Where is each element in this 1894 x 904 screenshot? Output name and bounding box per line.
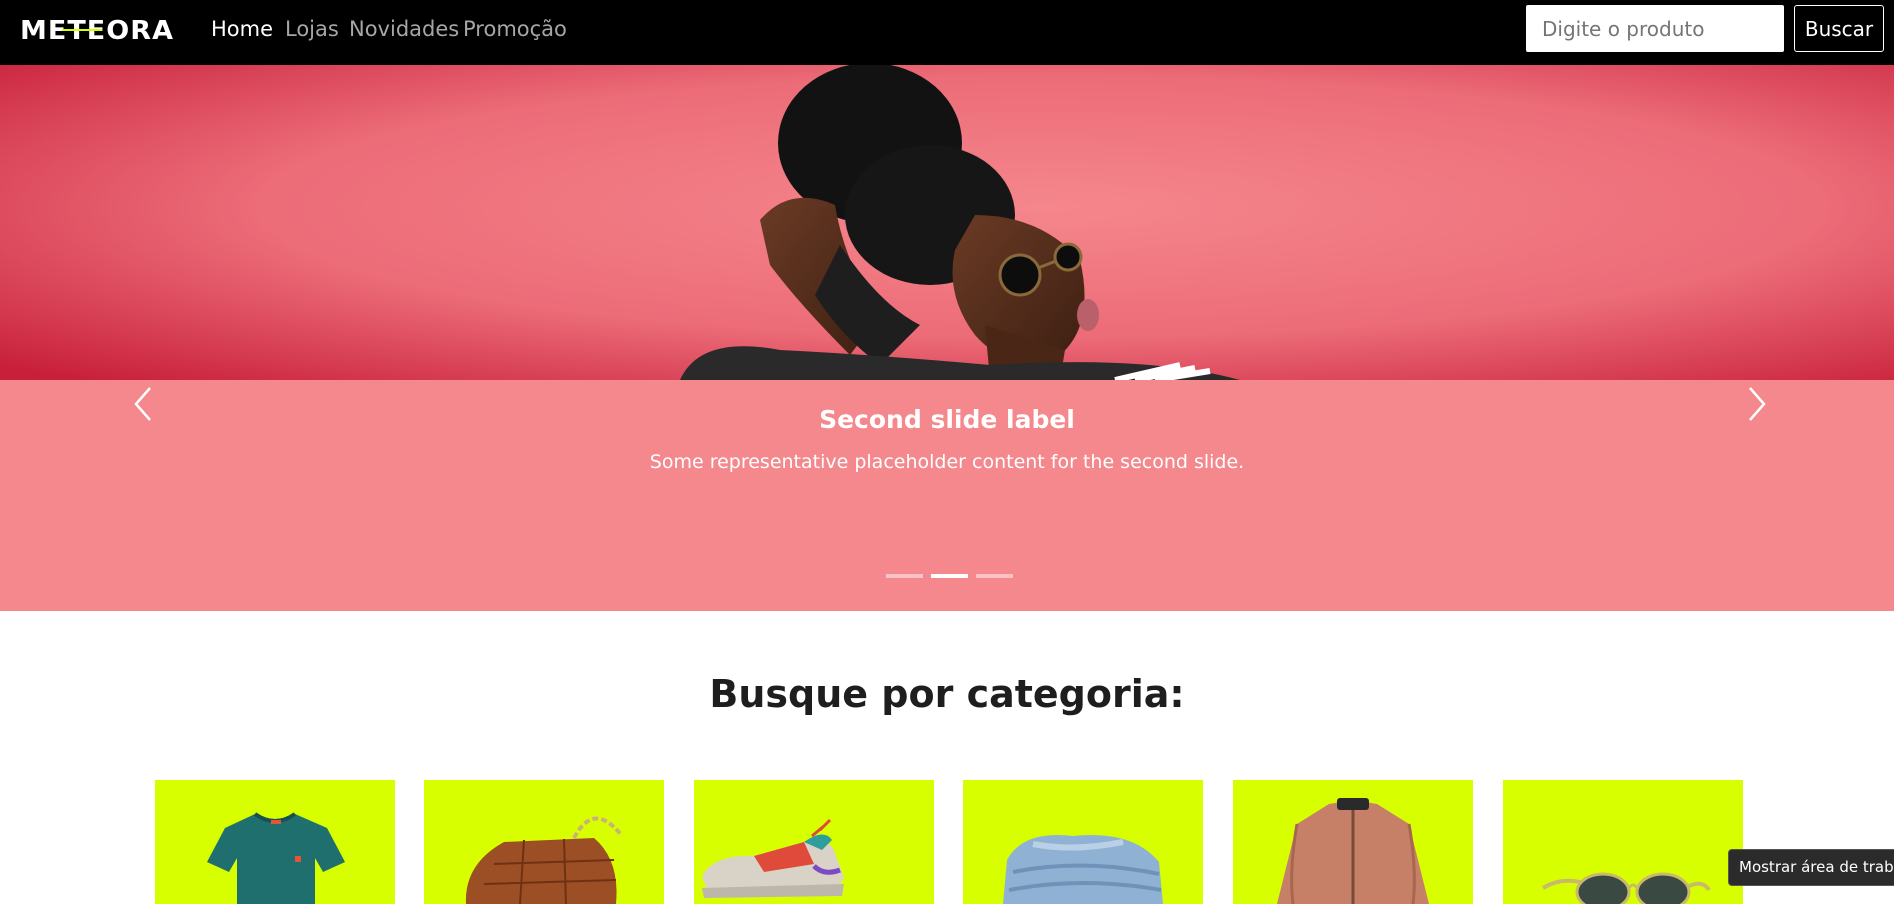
nav-link-promocao[interactable]: Promoção xyxy=(463,16,567,42)
carousel-indicator-2[interactable] xyxy=(931,574,968,578)
nav-link-novidades[interactable]: Novidades xyxy=(349,16,459,42)
show-desktop-tooltip: Mostrar área de trabalho xyxy=(1728,849,1894,886)
category-card-camisetas[interactable] xyxy=(155,780,395,904)
sunglasses-icon xyxy=(1541,872,1711,904)
nav-link-home[interactable]: Home xyxy=(211,16,273,42)
sneaker-icon xyxy=(702,818,844,898)
jacket-icon xyxy=(1277,798,1429,904)
slide-caption-title: Second slide label xyxy=(819,405,1075,434)
category-card-bolsas[interactable] xyxy=(424,780,664,904)
slide-caption-text: Some representative placeholder content … xyxy=(649,451,1245,473)
hero-photo xyxy=(0,65,1894,380)
hero-carousel xyxy=(0,65,1894,611)
category-card-acessorios[interactable] xyxy=(1503,780,1743,904)
search-input[interactable] xyxy=(1526,5,1784,52)
meteora-logo[interactable]: METEORA xyxy=(20,14,176,44)
carousel-indicator-1[interactable] xyxy=(886,574,923,578)
category-card-calcas[interactable] xyxy=(963,780,1203,904)
category-card-calcados[interactable] xyxy=(694,780,934,904)
tshirt-icon xyxy=(207,812,345,904)
handbag-icon xyxy=(465,816,624,904)
navbar: METEORA Home Lojas Novidades Promoção Bu… xyxy=(0,0,1894,65)
search-button[interactable]: Buscar xyxy=(1794,5,1884,52)
nav-link-lojas[interactable]: Lojas xyxy=(285,16,339,42)
categories-title: Busque por categoria: xyxy=(709,672,1185,716)
jeans-icon xyxy=(1003,835,1163,904)
carousel-indicator-3[interactable] xyxy=(976,574,1013,578)
category-card-casacos[interactable] xyxy=(1233,780,1473,904)
